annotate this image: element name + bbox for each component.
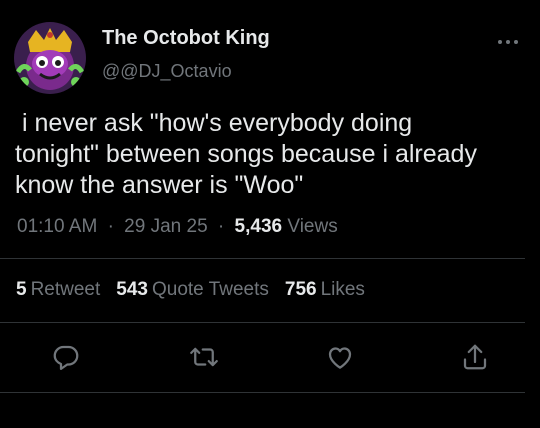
quote-tweets-label: Quote Tweets (151, 279, 269, 300)
views-count: 5,436 (234, 216, 283, 237)
likes-count: 756 (284, 279, 317, 300)
avatar[interactable] (14, 22, 86, 94)
engagement-stats: 5 Retweet 543 Quote Tweets 756 Likes (16, 279, 381, 301)
tweet-text-line: i never ask "how's everybody doing (15, 109, 413, 137)
quote-tweets-count: 543 (116, 279, 148, 300)
user-handle[interactable]: @@DJ_Octavio (102, 61, 232, 82)
views-label: Views (287, 216, 338, 237)
tweet-text-line: tonight" between songs because i already (15, 140, 477, 168)
tweet-text-line: know the answer is "Woo" (15, 171, 304, 199)
retweets-count: 5 (16, 279, 27, 300)
octobot-king-avatar-icon (14, 22, 86, 94)
retweets-label: Retweet (30, 279, 101, 300)
separator: · (217, 216, 225, 237)
share-icon[interactable] (460, 342, 490, 372)
tweet-time[interactable]: 01:10 AM (17, 216, 97, 237)
more-options-icon[interactable] (496, 34, 520, 50)
like-icon[interactable] (325, 342, 355, 372)
tweet-meta: 01:10 AM · 29 Jan 25 · 5,436 Views (17, 216, 338, 238)
tweet-date[interactable]: 29 Jan 25 (124, 216, 207, 237)
retweets-stat[interactable]: 5 Retweet (16, 279, 100, 301)
divider (0, 258, 525, 259)
divider (0, 322, 525, 323)
retweet-icon[interactable] (189, 342, 219, 372)
tweet-text: i never ask "how's everybody doing tonigh… (15, 108, 530, 201)
display-name[interactable]: The Octobot King (102, 27, 270, 50)
quote-tweets-stat[interactable]: 543 Quote Tweets (116, 279, 269, 301)
reply-icon[interactable] (51, 342, 81, 372)
separator: · (107, 216, 114, 237)
divider (0, 392, 525, 393)
likes-stat[interactable]: 756 Likes (285, 279, 365, 301)
likes-label: Likes (320, 279, 365, 300)
